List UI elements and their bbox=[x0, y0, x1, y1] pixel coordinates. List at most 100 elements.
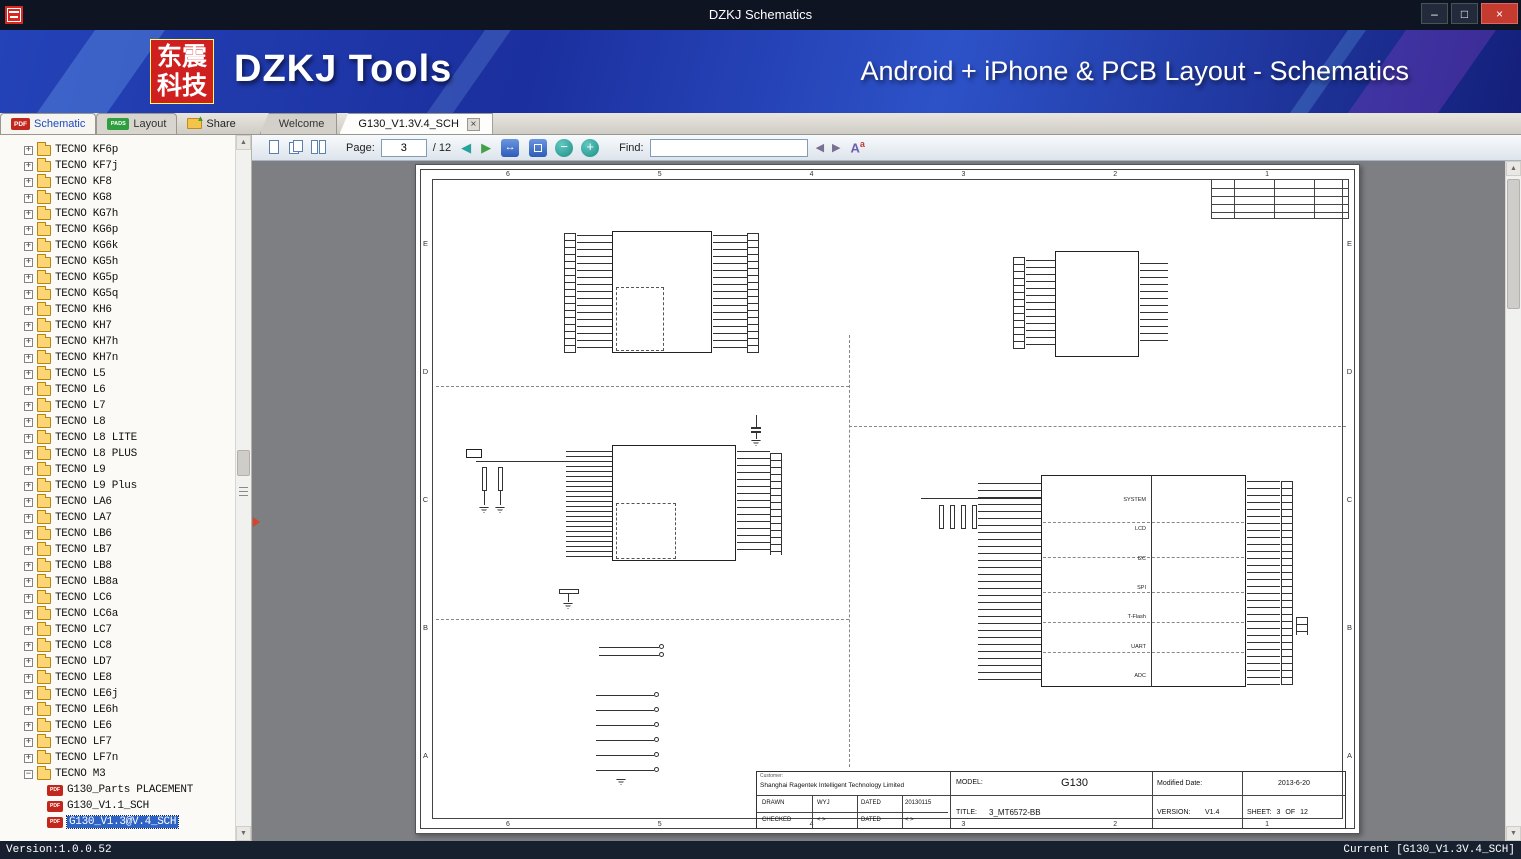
tab-schematic[interactable]: PDF Schematic bbox=[0, 113, 97, 134]
tree-folder-item[interactable]: + TECNO L9 bbox=[0, 461, 235, 478]
folder-label[interactable]: TECNO LB7 bbox=[55, 544, 112, 556]
expand-plus-icon[interactable]: + bbox=[24, 161, 33, 171]
folder-label[interactable]: TECNO KG5q bbox=[55, 288, 118, 300]
share-button[interactable]: ▲ Share bbox=[177, 113, 245, 134]
collapse-minus-icon[interactable]: − bbox=[24, 769, 33, 779]
view-facing-pages-icon[interactable] bbox=[288, 139, 304, 156]
folder-label[interactable]: TECNO KF7j bbox=[55, 160, 118, 172]
view-continuous-icon[interactable] bbox=[310, 139, 326, 156]
folder-label[interactable]: TECNO L7 bbox=[55, 400, 106, 412]
document-scrollbar[interactable]: ▲ ▼ bbox=[1505, 161, 1521, 841]
tab-welcome[interactable]: Welcome bbox=[259, 113, 338, 134]
expand-plus-icon[interactable]: + bbox=[24, 385, 33, 395]
tree-folder-item[interactable]: + TECNO L8 PLUS bbox=[0, 445, 235, 462]
expand-plus-icon[interactable]: + bbox=[24, 737, 33, 747]
expand-plus-icon[interactable]: + bbox=[24, 513, 33, 523]
tab-g130-sch[interactable]: G130_V1.3V.4_SCH × bbox=[339, 113, 493, 134]
folder-label[interactable]: TECNO L9 Plus bbox=[55, 480, 137, 492]
maximize-button[interactable]: □ bbox=[1451, 3, 1478, 24]
tree-folder-item[interactable]: + TECNO L8 bbox=[0, 413, 235, 430]
tree-folder-item-expanded[interactable]: − TECNO M3 bbox=[0, 765, 235, 782]
folder-label[interactable]: TECNO L8 LITE bbox=[55, 432, 137, 444]
expand-plus-icon[interactable]: + bbox=[24, 721, 33, 731]
folder-label[interactable]: TECNO LF7 bbox=[55, 736, 112, 748]
tree-folder-item[interactable]: + TECNO LE8 bbox=[0, 669, 235, 686]
scroll-down-button[interactable]: ▼ bbox=[1506, 826, 1521, 841]
folder-label[interactable]: TECNO LD7 bbox=[55, 656, 112, 668]
tree-file-item[interactable]: PDF G130_Parts PLACEMENT bbox=[0, 782, 235, 798]
splitter-grip[interactable] bbox=[239, 487, 248, 497]
next-page-button[interactable]: ▶ bbox=[481, 140, 491, 156]
expand-plus-icon[interactable]: + bbox=[24, 401, 33, 411]
scroll-up-button[interactable]: ▲ bbox=[1506, 161, 1521, 176]
expand-plus-icon[interactable]: + bbox=[24, 433, 33, 443]
folder-label[interactable]: TECNO KG7h bbox=[55, 208, 118, 220]
expand-plus-icon[interactable]: + bbox=[24, 577, 33, 587]
scrollbar-thumb[interactable] bbox=[237, 450, 250, 476]
expand-plus-icon[interactable]: + bbox=[24, 657, 33, 667]
folder-label[interactable]: TECNO LC8 bbox=[55, 640, 112, 652]
folder-label[interactable]: TECNO M3 bbox=[55, 768, 106, 780]
expand-plus-icon[interactable]: + bbox=[24, 545, 33, 555]
folder-label[interactable]: TECNO KF8 bbox=[55, 176, 112, 188]
minimize-button[interactable]: – bbox=[1421, 3, 1448, 24]
expand-plus-icon[interactable]: + bbox=[24, 481, 33, 491]
expand-plus-icon[interactable]: + bbox=[24, 673, 33, 683]
file-label-selected[interactable]: G130_V1.3@V.4_SCH bbox=[65, 815, 180, 829]
tree-folder-item[interactable]: + TECNO LC6a bbox=[0, 605, 235, 622]
expand-plus-icon[interactable]: + bbox=[24, 321, 33, 331]
scrollbar-thumb[interactable] bbox=[1507, 179, 1520, 309]
folder-label[interactable]: TECNO LA6 bbox=[55, 496, 112, 508]
expand-plus-icon[interactable]: + bbox=[24, 593, 33, 603]
scroll-up-button[interactable]: ▲ bbox=[236, 135, 251, 150]
expand-plus-icon[interactable]: + bbox=[24, 257, 33, 267]
tree-folder-item[interactable]: + TECNO LB7 bbox=[0, 541, 235, 558]
tree-folder-item[interactable]: + TECNO KF7j bbox=[0, 157, 235, 174]
tree-folder-item[interactable]: + TECNO KG5q bbox=[0, 285, 235, 302]
tree-folder-item[interactable]: + TECNO LD7 bbox=[0, 653, 235, 670]
expand-plus-icon[interactable]: + bbox=[24, 209, 33, 219]
tree-folder-item[interactable]: + TECNO KF8 bbox=[0, 173, 235, 190]
expand-plus-icon[interactable]: + bbox=[24, 689, 33, 699]
tree-folder-item[interactable]: + TECNO KG8 bbox=[0, 189, 235, 206]
close-tab-icon[interactable]: × bbox=[466, 117, 480, 131]
expand-plus-icon[interactable]: + bbox=[24, 497, 33, 507]
view-single-page-icon[interactable] bbox=[266, 139, 282, 156]
collapse-sidebar-arrow-icon[interactable] bbox=[253, 517, 260, 527]
tree-folder-item[interactable]: + TECNO LC7 bbox=[0, 621, 235, 638]
find-next-button[interactable]: ▶ bbox=[832, 141, 840, 154]
file-label[interactable]: G130_Parts PLACEMENT bbox=[67, 784, 193, 796]
folder-label[interactable]: TECNO KG5p bbox=[55, 272, 118, 284]
folder-label[interactable]: TECNO LB8a bbox=[55, 576, 118, 588]
expand-plus-icon[interactable]: + bbox=[24, 145, 33, 155]
tree-folder-item[interactable]: + TECNO L7 bbox=[0, 397, 235, 414]
expand-plus-icon[interactable]: + bbox=[24, 449, 33, 459]
tree-folder-item[interactable]: + TECNO KH7n bbox=[0, 349, 235, 366]
tree-folder-item[interactable]: + TECNO KH7h bbox=[0, 333, 235, 350]
tree-folder-item[interactable]: + TECNO KG5h bbox=[0, 253, 235, 270]
folder-label[interactable]: TECNO KG5h bbox=[55, 256, 118, 268]
document-view[interactable]: 654321 654321 EDCBA EDCBA SYSTEM LCD I2C… bbox=[252, 161, 1505, 841]
folder-label[interactable]: TECNO LB6 bbox=[55, 528, 112, 540]
folder-label[interactable]: TECNO KH7n bbox=[55, 352, 118, 364]
expand-plus-icon[interactable]: + bbox=[24, 337, 33, 347]
zoom-in-button[interactable]: + bbox=[581, 138, 600, 157]
tree-folder-item[interactable]: + TECNO LE6j bbox=[0, 685, 235, 702]
find-input[interactable] bbox=[649, 138, 808, 157]
tree-folder-item[interactable]: + TECNO LA6 bbox=[0, 493, 235, 510]
folder-label[interactable]: TECNO KF6p bbox=[55, 144, 118, 156]
folder-label[interactable]: TECNO KG6p bbox=[55, 224, 118, 236]
tree-folder-item[interactable]: + TECNO LB6 bbox=[0, 525, 235, 542]
tree-folder-item[interactable]: + TECNO LA7 bbox=[0, 509, 235, 526]
folder-label[interactable]: TECNO L6 bbox=[55, 384, 106, 396]
folder-label[interactable]: TECNO LE6h bbox=[55, 704, 118, 716]
sidebar-scrollbar[interactable]: ▲ ▼ bbox=[235, 135, 251, 841]
folder-label[interactable]: TECNO KH7h bbox=[55, 336, 118, 348]
folder-label[interactable]: TECNO L5 bbox=[55, 368, 106, 380]
tree-folder-item[interactable]: + TECNO LF7 bbox=[0, 733, 235, 750]
tree-folder-item[interactable]: + TECNO LB8 bbox=[0, 557, 235, 574]
expand-plus-icon[interactable]: + bbox=[24, 241, 33, 251]
fit-page-button[interactable] bbox=[529, 138, 548, 157]
match-case-button[interactable]: Aa bbox=[851, 139, 865, 155]
folder-label[interactable]: TECNO LA7 bbox=[55, 512, 112, 524]
